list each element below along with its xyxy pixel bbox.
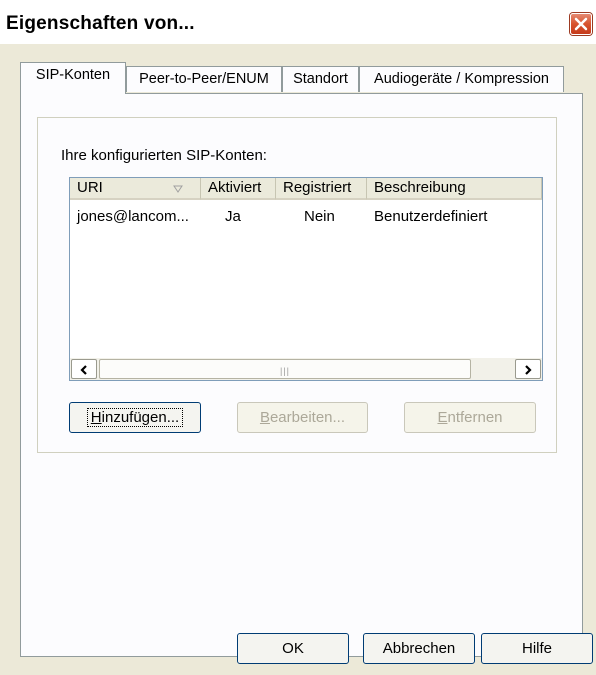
column-header-beschreibung[interactable]: Beschreibung <box>367 178 542 200</box>
tab-standort[interactable]: Standort <box>282 66 359 92</box>
button-label: OK <box>282 640 304 657</box>
cell-uri: jones@lancom... <box>77 208 189 225</box>
title-bar: Eigenschaften von... <box>0 0 596 44</box>
tab-peer-to-peer-enum[interactable]: Peer-to-Peer/ENUM <box>126 66 282 92</box>
column-label: URI <box>77 179 103 196</box>
remove-button[interactable]: Entfernen <box>404 402 536 433</box>
properties-dialog: Eigenschaften von... SIP-Konten Peer-to-… <box>0 0 596 675</box>
sort-icon <box>173 185 183 193</box>
tab-label: Audiogeräte / Kompression <box>374 71 549 87</box>
cancel-button[interactable]: Abbrechen <box>363 633 475 664</box>
add-button[interactable]: Hinzufügen... <box>69 402 201 433</box>
grip-icon: ||| <box>280 366 291 376</box>
tab-audiogeraete-kompression[interactable]: Audiogeräte / Kompression <box>359 66 564 92</box>
column-label: Aktiviert <box>208 179 262 196</box>
scroll-left-button[interactable] <box>71 359 97 379</box>
column-header-registriert[interactable]: Registriert <box>276 178 367 200</box>
scrollbar-thumb[interactable]: ||| <box>99 359 471 379</box>
scroll-right-button[interactable] <box>515 359 541 379</box>
window-title: Eigenschaften von... <box>6 13 195 34</box>
dialog-body: SIP-Konten Peer-to-Peer/ENUM Standort Au… <box>8 44 594 675</box>
sip-accounts-list[interactable]: URI Aktiviert Registriert Beschreibung j… <box>69 177 543 381</box>
button-label: earbeiten... <box>269 409 346 426</box>
cell-registriert: Nein <box>304 208 335 225</box>
ok-button[interactable]: OK <box>237 633 349 664</box>
column-header-aktiviert[interactable]: Aktiviert <box>201 178 276 200</box>
tab-sip-konten[interactable]: SIP-Konten <box>20 62 126 94</box>
mnemonic: E <box>437 409 448 426</box>
tab-label: Standort <box>293 71 348 87</box>
mnemonic: B <box>259 409 270 426</box>
cell-beschreibung: Benutzerdefiniert <box>374 208 488 225</box>
chevron-left-icon <box>80 365 87 375</box>
close-icon[interactable] <box>570 13 592 35</box>
button-label: ntfernen <box>447 409 503 426</box>
chevron-right-icon <box>525 365 532 375</box>
sip-accounts-label: Ihre konfigurierten SIP-Konten: <box>61 147 267 164</box>
tab-label: SIP-Konten <box>35 67 111 83</box>
button-label: Hilfe <box>521 640 552 657</box>
edit-button[interactable]: Bearbeiten... <box>237 402 368 433</box>
button-label: Abbrechen <box>382 640 456 657</box>
column-label: Registriert <box>283 179 352 196</box>
help-button[interactable]: Hilfe <box>481 633 593 664</box>
tab-label: Peer-to-Peer/ENUM <box>139 71 269 87</box>
column-header-uri[interactable]: URI <box>70 178 201 200</box>
column-label: Beschreibung <box>374 179 466 196</box>
horizontal-scrollbar[interactable]: ||| <box>70 358 542 380</box>
button-label: inzufügen... <box>101 409 180 426</box>
mnemonic: H <box>90 409 102 426</box>
cell-aktiviert: Ja <box>225 208 241 225</box>
